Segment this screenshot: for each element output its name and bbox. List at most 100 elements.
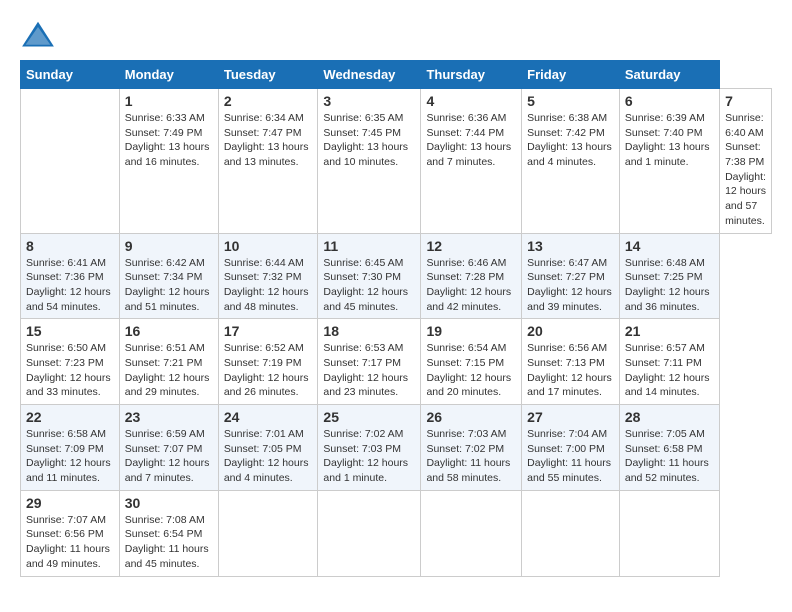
day-cell-3: 3 Sunrise: 6:35 AMSunset: 7:45 PMDayligh… <box>318 89 421 234</box>
day-number: 19 <box>426 323 516 339</box>
day-cell-17: 17 Sunrise: 6:52 AMSunset: 7:19 PMDaylig… <box>218 319 318 405</box>
week-row-2: 8 Sunrise: 6:41 AMSunset: 7:36 PMDayligh… <box>21 233 772 319</box>
day-cell-1: 1 Sunrise: 6:33 AMSunset: 7:49 PMDayligh… <box>119 89 218 234</box>
page-header <box>20 20 772 50</box>
day-number: 1 <box>125 93 213 109</box>
day-cell-8: 8 Sunrise: 6:41 AMSunset: 7:36 PMDayligh… <box>21 233 120 319</box>
day-number: 3 <box>323 93 415 109</box>
calendar-table: SundayMondayTuesdayWednesdayThursdayFrid… <box>20 60 772 577</box>
day-number: 23 <box>125 409 213 425</box>
day-info: Sunrise: 6:42 AMSunset: 7:34 PMDaylight:… <box>125 256 213 315</box>
empty-cell <box>318 490 421 576</box>
day-number: 2 <box>224 93 313 109</box>
day-number: 10 <box>224 238 313 254</box>
day-number: 9 <box>125 238 213 254</box>
day-info: Sunrise: 6:36 AMSunset: 7:44 PMDaylight:… <box>426 111 516 170</box>
day-number: 24 <box>224 409 313 425</box>
day-info: Sunrise: 6:40 AMSunset: 7:38 PMDaylight:… <box>725 111 766 229</box>
day-info: Sunrise: 6:39 AMSunset: 7:40 PMDaylight:… <box>625 111 714 170</box>
day-info: Sunrise: 6:45 AMSunset: 7:30 PMDaylight:… <box>323 256 415 315</box>
day-number: 21 <box>625 323 714 339</box>
day-cell-29: 29 Sunrise: 7:07 AMSunset: 6:56 PMDaylig… <box>21 490 120 576</box>
day-info: Sunrise: 6:35 AMSunset: 7:45 PMDaylight:… <box>323 111 415 170</box>
day-info: Sunrise: 6:47 AMSunset: 7:27 PMDaylight:… <box>527 256 614 315</box>
day-info: Sunrise: 6:38 AMSunset: 7:42 PMDaylight:… <box>527 111 614 170</box>
day-cell-18: 18 Sunrise: 6:53 AMSunset: 7:17 PMDaylig… <box>318 319 421 405</box>
day-info: Sunrise: 7:03 AMSunset: 7:02 PMDaylight:… <box>426 427 516 486</box>
weekday-header-monday: Monday <box>119 61 218 89</box>
day-info: Sunrise: 6:34 AMSunset: 7:47 PMDaylight:… <box>224 111 313 170</box>
day-cell-22: 22 Sunrise: 6:58 AMSunset: 7:09 PMDaylig… <box>21 405 120 491</box>
empty-cell <box>421 490 522 576</box>
day-cell-15: 15 Sunrise: 6:50 AMSunset: 7:23 PMDaylig… <box>21 319 120 405</box>
day-info: Sunrise: 6:50 AMSunset: 7:23 PMDaylight:… <box>26 341 114 400</box>
day-number: 6 <box>625 93 714 109</box>
day-cell-7: 7 Sunrise: 6:40 AMSunset: 7:38 PMDayligh… <box>720 89 772 234</box>
day-info: Sunrise: 6:53 AMSunset: 7:17 PMDaylight:… <box>323 341 415 400</box>
day-number: 15 <box>26 323 114 339</box>
day-info: Sunrise: 6:56 AMSunset: 7:13 PMDaylight:… <box>527 341 614 400</box>
logo-icon <box>20 20 56 50</box>
day-cell-28: 28 Sunrise: 7:05 AMSunset: 6:58 PMDaylig… <box>619 405 719 491</box>
day-number: 30 <box>125 495 213 511</box>
day-number: 13 <box>527 238 614 254</box>
day-number: 18 <box>323 323 415 339</box>
weekday-header-thursday: Thursday <box>421 61 522 89</box>
logo <box>20 20 60 50</box>
day-cell-16: 16 Sunrise: 6:51 AMSunset: 7:21 PMDaylig… <box>119 319 218 405</box>
day-cell-9: 9 Sunrise: 6:42 AMSunset: 7:34 PMDayligh… <box>119 233 218 319</box>
day-info: Sunrise: 6:51 AMSunset: 7:21 PMDaylight:… <box>125 341 213 400</box>
day-info: Sunrise: 7:01 AMSunset: 7:05 PMDaylight:… <box>224 427 313 486</box>
empty-cell <box>522 490 620 576</box>
day-number: 16 <box>125 323 213 339</box>
day-info: Sunrise: 6:41 AMSunset: 7:36 PMDaylight:… <box>26 256 114 315</box>
day-cell-21: 21 Sunrise: 6:57 AMSunset: 7:11 PMDaylig… <box>619 319 719 405</box>
day-number: 20 <box>527 323 614 339</box>
day-info: Sunrise: 6:52 AMSunset: 7:19 PMDaylight:… <box>224 341 313 400</box>
day-cell-14: 14 Sunrise: 6:48 AMSunset: 7:25 PMDaylig… <box>619 233 719 319</box>
weekday-header-saturday: Saturday <box>619 61 719 89</box>
day-cell-26: 26 Sunrise: 7:03 AMSunset: 7:02 PMDaylig… <box>421 405 522 491</box>
day-cell-23: 23 Sunrise: 6:59 AMSunset: 7:07 PMDaylig… <box>119 405 218 491</box>
day-cell-4: 4 Sunrise: 6:36 AMSunset: 7:44 PMDayligh… <box>421 89 522 234</box>
day-number: 22 <box>26 409 114 425</box>
day-number: 12 <box>426 238 516 254</box>
weekday-header-wednesday: Wednesday <box>318 61 421 89</box>
week-row-1: 1 Sunrise: 6:33 AMSunset: 7:49 PMDayligh… <box>21 89 772 234</box>
day-number: 29 <box>26 495 114 511</box>
day-cell-25: 25 Sunrise: 7:02 AMSunset: 7:03 PMDaylig… <box>318 405 421 491</box>
day-cell-12: 12 Sunrise: 6:46 AMSunset: 7:28 PMDaylig… <box>421 233 522 319</box>
day-cell-5: 5 Sunrise: 6:38 AMSunset: 7:42 PMDayligh… <box>522 89 620 234</box>
day-info: Sunrise: 7:02 AMSunset: 7:03 PMDaylight:… <box>323 427 415 486</box>
day-info: Sunrise: 6:58 AMSunset: 7:09 PMDaylight:… <box>26 427 114 486</box>
week-row-3: 15 Sunrise: 6:50 AMSunset: 7:23 PMDaylig… <box>21 319 772 405</box>
day-cell-27: 27 Sunrise: 7:04 AMSunset: 7:00 PMDaylig… <box>522 405 620 491</box>
day-number: 8 <box>26 238 114 254</box>
day-number: 4 <box>426 93 516 109</box>
day-number: 25 <box>323 409 415 425</box>
day-info: Sunrise: 6:48 AMSunset: 7:25 PMDaylight:… <box>625 256 714 315</box>
day-info: Sunrise: 6:33 AMSunset: 7:49 PMDaylight:… <box>125 111 213 170</box>
day-number: 26 <box>426 409 516 425</box>
day-info: Sunrise: 7:07 AMSunset: 6:56 PMDaylight:… <box>26 513 114 572</box>
day-info: Sunrise: 7:05 AMSunset: 6:58 PMDaylight:… <box>625 427 714 486</box>
day-info: Sunrise: 6:59 AMSunset: 7:07 PMDaylight:… <box>125 427 213 486</box>
day-cell-19: 19 Sunrise: 6:54 AMSunset: 7:15 PMDaylig… <box>421 319 522 405</box>
day-cell-10: 10 Sunrise: 6:44 AMSunset: 7:32 PMDaylig… <box>218 233 318 319</box>
day-number: 28 <box>625 409 714 425</box>
day-cell-2: 2 Sunrise: 6:34 AMSunset: 7:47 PMDayligh… <box>218 89 318 234</box>
weekday-header-friday: Friday <box>522 61 620 89</box>
day-info: Sunrise: 6:44 AMSunset: 7:32 PMDaylight:… <box>224 256 313 315</box>
weekday-header-tuesday: Tuesday <box>218 61 318 89</box>
day-cell-30: 30 Sunrise: 7:08 AMSunset: 6:54 PMDaylig… <box>119 490 218 576</box>
day-cell-13: 13 Sunrise: 6:47 AMSunset: 7:27 PMDaylig… <box>522 233 620 319</box>
day-number: 27 <box>527 409 614 425</box>
day-cell-24: 24 Sunrise: 7:01 AMSunset: 7:05 PMDaylig… <box>218 405 318 491</box>
day-number: 5 <box>527 93 614 109</box>
week-row-4: 22 Sunrise: 6:58 AMSunset: 7:09 PMDaylig… <box>21 405 772 491</box>
empty-cell <box>619 490 719 576</box>
day-number: 17 <box>224 323 313 339</box>
day-number: 11 <box>323 238 415 254</box>
day-cell-11: 11 Sunrise: 6:45 AMSunset: 7:30 PMDaylig… <box>318 233 421 319</box>
day-info: Sunrise: 7:04 AMSunset: 7:00 PMDaylight:… <box>527 427 614 486</box>
